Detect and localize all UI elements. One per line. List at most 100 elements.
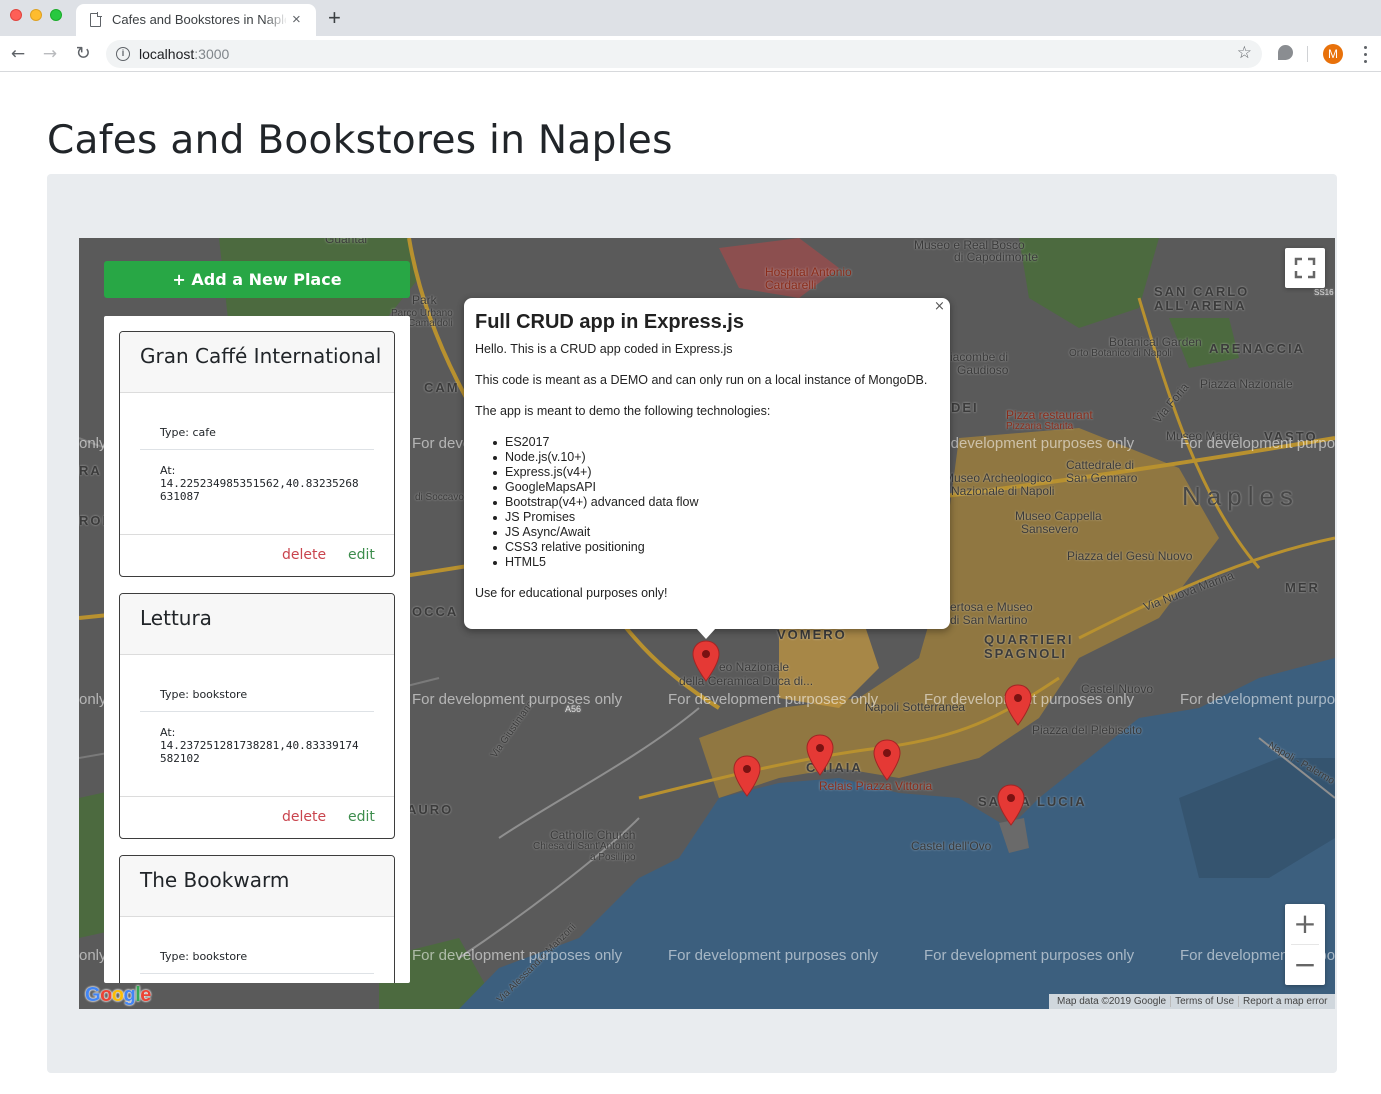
terms-of-use-link[interactable]: Terms of Use xyxy=(1170,996,1239,1007)
technology-item: GoogleMapsAPI xyxy=(493,480,699,495)
technology-item: JS Promises xyxy=(493,510,699,525)
tab-title: Cafes and Bookstores in Naples xyxy=(112,12,286,27)
info-window-title: Full CRUD app in Express.js xyxy=(475,311,744,333)
map-label: di Soccavo xyxy=(415,492,464,503)
technology-item: Node.js(v.10+) xyxy=(493,450,699,465)
map-label: SPAGNOLI xyxy=(984,646,1067,661)
fullscreen-icon xyxy=(1294,257,1316,279)
map-marker-icon[interactable] xyxy=(997,784,1025,826)
technology-item: CSS3 relative positioning xyxy=(493,540,699,555)
technology-item: ES2017 xyxy=(493,435,699,450)
dev-watermark: For development purposes only xyxy=(924,435,1135,452)
info-window-footer: Use for educational purposes only! xyxy=(475,586,668,600)
map-label: CAM xyxy=(424,380,460,395)
map-label: OCCA xyxy=(412,604,459,619)
technology-item: Express.js(v4+) xyxy=(493,465,699,480)
info-window-close-icon[interactable]: × xyxy=(934,299,945,314)
map-label: di Capodimonte xyxy=(954,250,1039,264)
reload-icon[interactable]: ↻ xyxy=(71,42,95,66)
map-label: SANTA LUCIA xyxy=(978,794,1087,809)
coordinates-label: At: xyxy=(160,726,176,739)
back-arrow-icon[interactable]: ← xyxy=(6,42,30,66)
place-type: Type: bookstore xyxy=(160,950,248,963)
map-label: Park xyxy=(412,293,437,307)
info-window-intro: Hello. This is a CRUD app coded in Expre… xyxy=(475,342,733,356)
profile-avatar[interactable]: M xyxy=(1323,44,1343,64)
dev-watermark: only xyxy=(79,435,107,452)
map-marker-icon[interactable] xyxy=(692,640,720,682)
map-label: Museo Cappella xyxy=(1015,509,1102,523)
dev-watermark: For development purposes only xyxy=(412,947,623,964)
map-label: QUARTIERI xyxy=(984,632,1074,647)
places-list[interactable]: Gran Caffé International Type: cafe At: 1… xyxy=(104,316,410,983)
map-marker-icon[interactable] xyxy=(733,755,761,797)
fullscreen-button[interactable] xyxy=(1285,248,1325,288)
dev-watermark: For development purposes only xyxy=(924,947,1135,964)
new-tab-button[interactable]: + xyxy=(328,5,341,31)
tab-close-icon[interactable]: × xyxy=(292,11,301,29)
map-label: Piazza del Plebiscito xyxy=(1032,723,1143,737)
place-coordinates: At: 14.237251281738281,40.83339174582102 xyxy=(160,726,360,765)
window-minimize-button[interactable] xyxy=(30,9,42,21)
map-label: Chiesa di Sant'Antonio xyxy=(533,841,634,852)
map-label: VOMERO xyxy=(777,627,847,642)
delete-button[interactable]: delete xyxy=(282,547,326,563)
map-label: Camaldoli xyxy=(408,318,453,329)
card-footer: delete edit xyxy=(120,534,394,576)
url-text[interactable]: localhost:3000 xyxy=(139,46,229,62)
report-map-error-link[interactable]: Report a map error xyxy=(1238,996,1332,1007)
map-marker-icon[interactable] xyxy=(1004,684,1032,726)
site-info-icon[interactable]: i xyxy=(116,47,130,61)
google-logo[interactable]: Google xyxy=(85,984,151,1007)
forward-arrow-icon[interactable]: → xyxy=(38,42,62,66)
edit-button[interactable]: edit xyxy=(348,809,375,825)
map-label: Museo Archeologico xyxy=(944,471,1053,485)
card-header: The Bookwarm xyxy=(120,856,394,917)
card-header: Lettura xyxy=(120,594,394,655)
dev-watermark: only xyxy=(79,947,107,964)
extension-icon[interactable] xyxy=(1278,45,1293,60)
browser-toolbar: ← → ↻ i localhost:3000 ☆ xyxy=(0,36,1381,72)
place-coordinates: At: 14.225234985351562,40.83235268631087 xyxy=(160,464,360,503)
card-footer: delete edit xyxy=(120,796,394,838)
map-marker-icon[interactable] xyxy=(873,739,901,781)
place-type: Type: bookstore xyxy=(160,688,248,701)
bookmark-star-icon[interactable]: ☆ xyxy=(1237,43,1252,63)
menu-dot xyxy=(1364,46,1367,49)
place-card: The Bookwarm Type: bookstore xyxy=(119,855,395,983)
map-label: Piazza Nazionale xyxy=(1200,377,1293,391)
map-label: Naples xyxy=(1182,481,1299,511)
browser-menu-icon[interactable] xyxy=(1359,44,1371,64)
browser-tab[interactable]: Cafes and Bookstores in Naples × xyxy=(76,4,316,36)
dev-watermark: For development purposes only xyxy=(412,691,623,708)
info-window-demo-note: This code is meant as a DEMO and can onl… xyxy=(475,373,928,387)
coordinates-label: At: xyxy=(160,464,176,477)
coordinates-value: 14.237251281738281,40.83339174582102 xyxy=(160,739,359,765)
map-marker-icon[interactable] xyxy=(806,734,834,776)
window-close-button[interactable] xyxy=(10,9,22,21)
place-name: Gran Caffé International xyxy=(140,344,382,368)
window-zoom-button[interactable] xyxy=(50,9,62,21)
map-label: Catholic Church xyxy=(550,828,636,842)
map-label: Piazza del Gesù Nuovo xyxy=(1067,549,1193,563)
zoom-in-button[interactable]: + xyxy=(1285,904,1325,944)
map-label: ertosa e Museo xyxy=(950,600,1033,614)
place-type: Type: cafe xyxy=(160,426,216,439)
dev-watermark: For development purposes only xyxy=(668,947,879,964)
url-host: localhost xyxy=(139,46,195,62)
map-label: Cardarelli xyxy=(765,278,817,292)
place-card: Gran Caffé International Type: cafe At: 1… xyxy=(119,331,395,577)
edit-button[interactable]: edit xyxy=(348,547,375,563)
coordinates-value: 14.225234985351562,40.83235268631087 xyxy=(160,477,359,503)
technology-list: ES2017 Node.js(v.10+) Express.js(v4+) Go… xyxy=(493,435,699,570)
add-new-place-button[interactable]: + Add a New Place xyxy=(104,261,410,298)
zoom-out-button[interactable]: − xyxy=(1285,945,1325,985)
map-label: a Posillipo xyxy=(590,852,636,863)
map-label: Cattedrale di xyxy=(1066,458,1135,472)
delete-button[interactable]: delete xyxy=(282,809,326,825)
map-data-credit: Map data ©2019 Google xyxy=(1057,996,1167,1007)
place-name: The Bookwarm xyxy=(140,868,290,892)
dev-watermark: only xyxy=(79,691,107,708)
address-bar[interactable]: i localhost:3000 ☆ xyxy=(106,40,1262,68)
technology-item: HTML5 xyxy=(493,555,699,570)
